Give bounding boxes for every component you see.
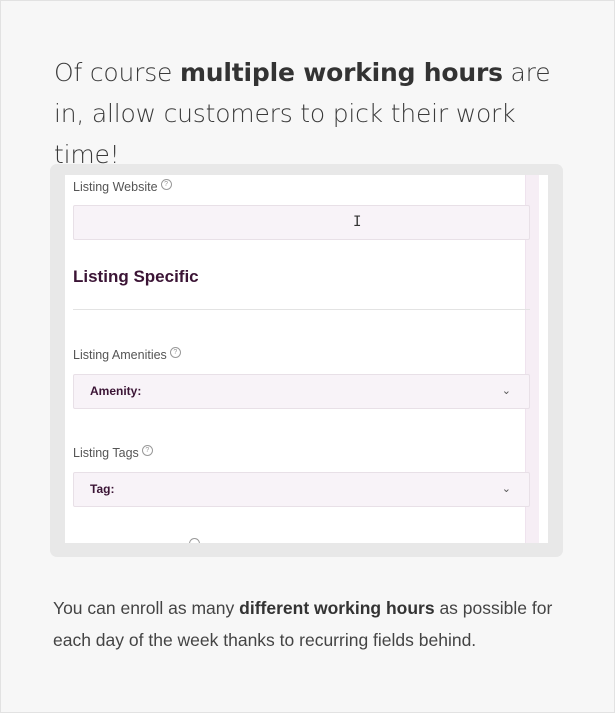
website-label: Listing Website? xyxy=(73,179,172,194)
body-bold: different working hours xyxy=(239,598,435,618)
amenities-label: Listing Amenities? xyxy=(73,347,181,362)
help-icon-partial xyxy=(189,538,200,543)
chevron-down-icon: ⌄ xyxy=(501,384,511,397)
body-text-1: You can enroll as many xyxy=(53,598,240,618)
tags-select[interactable]: Tag: ⌄ xyxy=(73,472,530,507)
help-icon[interactable]: ? xyxy=(169,347,181,358)
help-icon[interactable]: ? xyxy=(160,179,172,190)
body-paragraph: You can enroll as many different working… xyxy=(53,592,573,656)
section-title: Listing Specific xyxy=(73,267,199,286)
text-cursor-icon: I xyxy=(353,214,362,230)
tags-label: Listing Tags? xyxy=(73,445,153,460)
tags-select-value: Tag: xyxy=(90,482,115,496)
screenshot-frame: Listing Website? I Listing Specific List… xyxy=(50,164,563,557)
help-icon[interactable]: ? xyxy=(141,445,153,456)
website-input[interactable]: I xyxy=(73,205,530,240)
divider xyxy=(73,309,530,310)
amenities-label-text: Listing Amenities xyxy=(73,348,167,362)
headline-bold: multiple working hours xyxy=(179,58,503,87)
headline: Of course multiple working hours are in,… xyxy=(54,52,584,175)
amenities-select-value: Amenity: xyxy=(90,384,142,398)
tags-label-text: Listing Tags xyxy=(73,446,139,460)
website-label-text: Listing Website xyxy=(73,180,158,194)
headline-text-1: Of course xyxy=(54,58,180,87)
amenities-select[interactable]: Amenity: ⌄ xyxy=(73,374,530,409)
chevron-down-icon: ⌄ xyxy=(501,482,511,495)
form-panel: Listing Website? I Listing Specific List… xyxy=(65,175,548,543)
